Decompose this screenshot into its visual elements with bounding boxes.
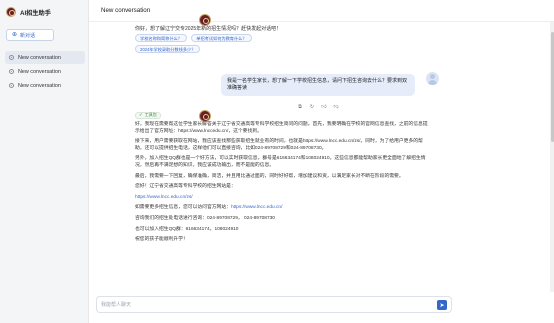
sidebar: AI招生助手 ⊕ 新对话 New conversation New conver… bbox=[0, 0, 89, 323]
welcome-message: 你好，想了解辽宁交专2025年新的招生情况吗？赶快发起对话吧！ bbox=[135, 26, 282, 32]
refresh-icon[interactable]: ↻ bbox=[309, 104, 315, 110]
chat-bubble-icon bbox=[9, 83, 14, 88]
page-title: New conversation bbox=[101, 7, 151, 14]
qq-line: 也可以加入招生QQ群：616634174，108024910 bbox=[135, 226, 239, 232]
suggestion-list: 学校名称和简称什么？ 单招考试如何为教育什么？ 2024年学校录取分数线多少？ bbox=[135, 34, 365, 56]
thumbs-down-icon[interactable]: 👎︎ bbox=[333, 104, 339, 110]
user-message: 我是一名学生家长，想了解一下学校招生信息，请问下招生咨询去什么？要求到双准确答读 bbox=[221, 74, 415, 96]
conversation-item[interactable]: New conversation bbox=[5, 79, 85, 92]
conversation-label: New conversation bbox=[18, 54, 61, 61]
answer-paragraph: 另外，加入招生QQ群也是一个好方法，可以实时获取信息，群号是616634174和… bbox=[135, 156, 426, 168]
new-chat-button[interactable]: ⊕ 新对话 bbox=[6, 29, 54, 41]
answer-paragraph: 接下来，用户需要获取在网站，我应该查找那些获取招生就业有的时间，也就是https… bbox=[135, 139, 423, 151]
phone-line: 咨询我们的招生处电话进行咨询：024-89708729， 024-8970873… bbox=[135, 215, 275, 221]
composer: ➤ bbox=[96, 296, 452, 313]
official-prefix: 如需要更多招生信息，您可以访问官方网站： bbox=[135, 205, 231, 211]
conversation-item[interactable]: New conversation bbox=[5, 65, 85, 78]
answer-paragraph: 最后，我需要一下回复，确保准确，简洁，并且用比通过面的，同时好好帮，增加建议和资… bbox=[135, 173, 404, 179]
send-icon: ➤ bbox=[439, 302, 445, 309]
bot-answer: ✓ 工具包 好，我现在需要帮这位学生家长解答关于辽宁省交通高等专科学校招生简问的… bbox=[135, 112, 430, 248]
suggestion-chip[interactable]: 学校名称和简称什么？ bbox=[135, 34, 187, 42]
plus-square-icon: ⊕ bbox=[12, 32, 18, 38]
school-emblem-icon bbox=[6, 7, 16, 17]
conversation-label: New conversation bbox=[18, 68, 61, 75]
scrollbar-thumb[interactable] bbox=[550, 32, 554, 142]
message-input[interactable] bbox=[101, 300, 421, 310]
send-button[interactable]: ➤ bbox=[437, 300, 447, 310]
check-icon: ✓ bbox=[139, 112, 143, 118]
message-actions: ⧉ ↻ 👍︎ 👎︎ bbox=[297, 104, 339, 110]
header: New conversation bbox=[89, 0, 554, 22]
app-title: AI招生助手 bbox=[20, 9, 51, 17]
suggestion-chip[interactable]: 单招考试如何为教育什么？ bbox=[191, 34, 252, 42]
conversation-item[interactable]: New conversation bbox=[5, 51, 85, 64]
official-site-line: 如需要更多招生信息，您可以访问官方网站：https://www.lncc.edu… bbox=[135, 205, 430, 212]
conversation-label: New conversation bbox=[18, 82, 61, 89]
tool-label: 工具包 bbox=[144, 112, 157, 118]
scrollbar[interactable] bbox=[550, 22, 554, 292]
conversation-list: New conversation New conversation New co… bbox=[5, 51, 85, 93]
signoff: 祝您的孩子能顺利升学！ bbox=[135, 237, 188, 243]
tool-badge[interactable]: ✓ 工具包 bbox=[135, 112, 161, 119]
chat-bubble-icon bbox=[9, 69, 14, 74]
thumbs-up-icon[interactable]: 👍︎ bbox=[321, 104, 327, 110]
site-link[interactable]: https://www.lncc.edu.cn/zs/ bbox=[135, 195, 430, 202]
official-link[interactable]: https://www.lncc.edu.cn/ bbox=[231, 205, 282, 210]
user-avatar bbox=[426, 72, 439, 85]
new-chat-label: 新对话 bbox=[20, 32, 36, 39]
copy-icon[interactable]: ⧉ bbox=[297, 104, 303, 110]
chat-bubble-icon bbox=[9, 55, 14, 60]
brand: AI招生助手 bbox=[6, 6, 51, 18]
suggestion-chip[interactable]: 2024年学校录取分数线多少？ bbox=[135, 45, 201, 53]
answer-paragraph: 好，我现在需要帮这位学生家长解答关于辽宁省交通高等专科学校招生简问的问题。首先，… bbox=[135, 122, 428, 134]
answer-closing-intro: 您好！辽宁省交通高等专科学校的招生网站是： bbox=[135, 184, 236, 190]
